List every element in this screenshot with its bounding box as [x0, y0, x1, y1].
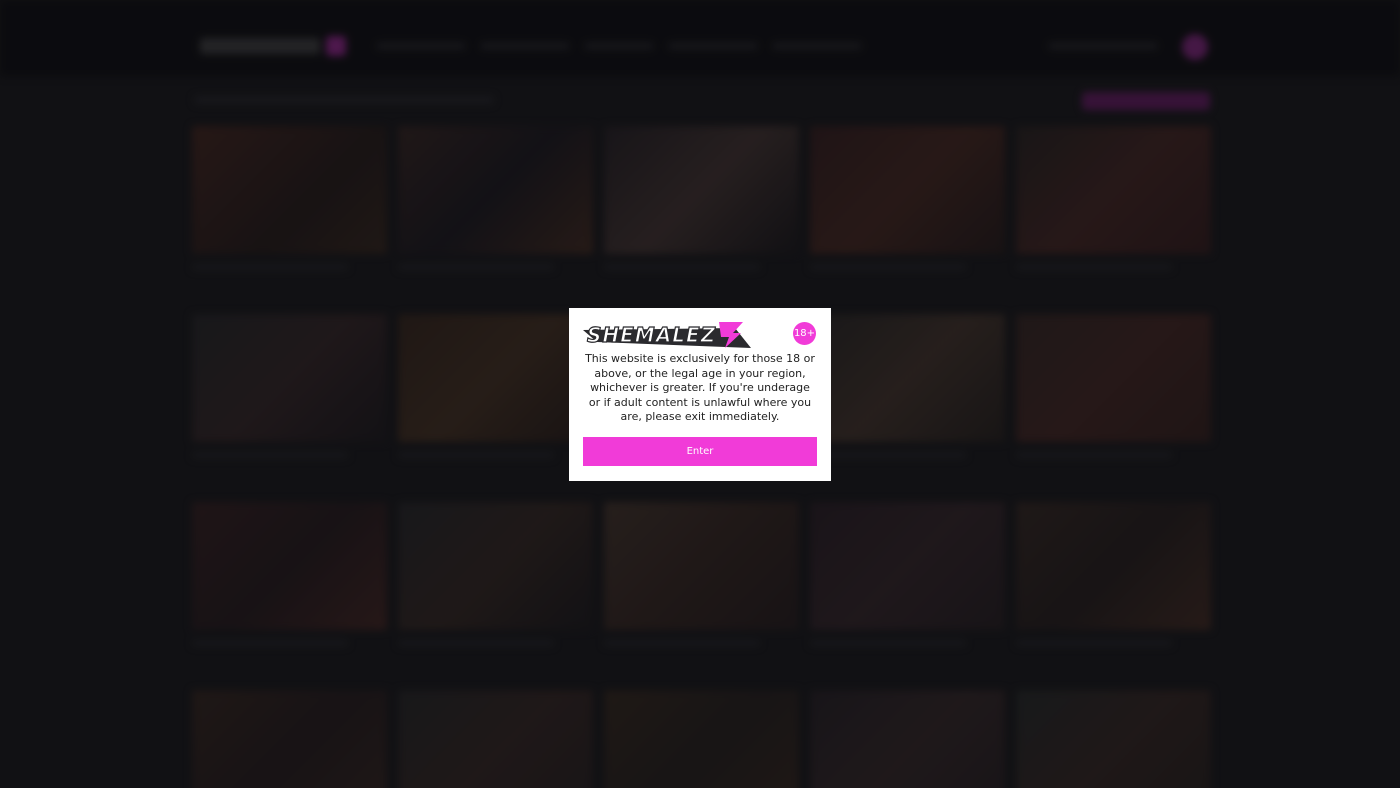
- age-verification-modal: SHEMALEZ 18+ This website is exclusively…: [569, 308, 831, 481]
- shemalez-logo: SHEMALEZ: [583, 322, 751, 348]
- age-warning-message: This website is exclusively for those 18…: [585, 352, 815, 424]
- svg-text:SHEMALEZ: SHEMALEZ: [587, 323, 716, 347]
- page: SHEMALEZ 18+ This website is exclusively…: [0, 0, 1400, 788]
- age-18-badge: 18+: [793, 322, 816, 345]
- enter-button[interactable]: Enter: [583, 437, 817, 466]
